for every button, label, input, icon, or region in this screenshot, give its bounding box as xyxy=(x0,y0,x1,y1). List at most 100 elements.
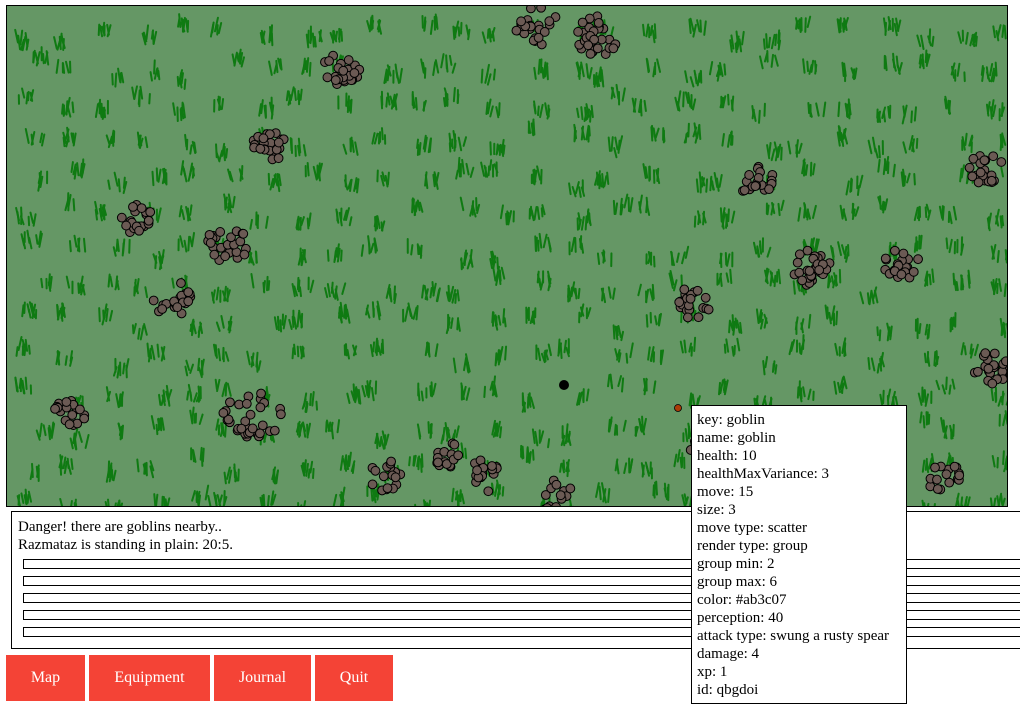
grass-tuft xyxy=(607,373,625,393)
grass-tuft xyxy=(536,270,552,292)
grass-tuft xyxy=(985,99,1006,122)
grass-tuft xyxy=(324,281,347,301)
grass-tuft xyxy=(424,341,439,358)
grass-tuft xyxy=(763,267,782,288)
grass-tuft xyxy=(62,126,77,148)
grass-tuft xyxy=(117,422,124,441)
grass-tuft xyxy=(105,386,124,409)
grass-tuft xyxy=(371,127,387,145)
grass-tuft xyxy=(94,200,108,222)
grass-tuft xyxy=(459,248,474,271)
grass-tuft xyxy=(184,133,197,155)
grass-tuft xyxy=(919,411,931,429)
grass-tuft xyxy=(642,23,657,44)
map-button[interactable]: Map xyxy=(6,655,85,701)
grass-tuft xyxy=(839,202,860,221)
grass-tuft xyxy=(718,378,729,396)
grass-tuft xyxy=(614,457,634,475)
tooltip-line: move type: scatter xyxy=(697,520,807,536)
quit-button[interactable]: Quit xyxy=(315,655,393,701)
grass-tuft xyxy=(796,380,815,403)
grass-tuft xyxy=(361,379,378,402)
grass-tuft xyxy=(645,311,662,328)
grass-tuft xyxy=(55,58,72,74)
grass-tuft xyxy=(107,273,120,291)
grass-tuft xyxy=(104,498,124,506)
grass-tuft xyxy=(596,249,613,268)
grass-tuft xyxy=(376,169,390,188)
tooltip-line: move: 15 xyxy=(697,484,754,500)
grass-tuft xyxy=(921,499,936,506)
grass-tuft xyxy=(424,171,440,190)
grass-tuft xyxy=(414,499,432,506)
tooltip-line: group min: 2 xyxy=(697,556,775,572)
goblin-marker[interactable] xyxy=(674,404,682,412)
grass-tuft xyxy=(766,141,783,162)
grass-tuft xyxy=(980,61,998,83)
grass-tuft xyxy=(342,136,359,156)
grass-tuft xyxy=(607,135,624,159)
grass-tuft xyxy=(273,313,287,333)
grass-tuft xyxy=(259,490,277,506)
grass-tuft xyxy=(901,104,917,125)
grass-tuft xyxy=(329,27,344,44)
grass-tuft xyxy=(259,24,274,47)
grass-tuft xyxy=(360,235,378,257)
grass-tuft xyxy=(35,421,56,441)
grass-tuft xyxy=(721,130,734,148)
grass-tuft xyxy=(459,196,481,218)
tooltip-line: group max: 6 xyxy=(697,574,777,590)
grass-tuft xyxy=(525,306,537,325)
entity-tooltip: key: goblin name: goblin health: 10 heal… xyxy=(691,405,907,704)
grass-tuft xyxy=(877,195,889,214)
grass-tuft xyxy=(719,207,736,230)
grass-tuft xyxy=(824,304,839,327)
grass-tuft xyxy=(250,273,271,294)
grass-tuft xyxy=(131,85,151,108)
grass-tuft xyxy=(248,250,258,266)
grass-tuft xyxy=(683,122,702,144)
grass-tuft xyxy=(55,349,74,367)
grass-tuft xyxy=(642,163,661,185)
journal-button[interactable]: Journal xyxy=(214,655,311,701)
grass-tuft xyxy=(480,63,496,86)
grass-tuft xyxy=(369,337,385,358)
grass-tuft xyxy=(214,378,232,398)
grass-tuft xyxy=(576,103,594,123)
grass-tuft xyxy=(709,171,723,192)
grass-tuft xyxy=(483,375,498,399)
grass-tuft xyxy=(246,350,262,373)
grass-tuft xyxy=(576,208,592,231)
grass-tuft xyxy=(945,236,965,256)
grass-tuft xyxy=(136,131,149,149)
goblin-group xyxy=(203,226,251,265)
grass-tuft xyxy=(460,382,471,401)
grass-tuft xyxy=(20,229,43,250)
grass-tuft xyxy=(638,194,651,216)
grass-tuft xyxy=(528,204,546,222)
grass-tuft xyxy=(445,284,460,304)
grass-tuft xyxy=(684,69,703,88)
grass-tuft xyxy=(834,337,847,357)
grass-tuft xyxy=(29,462,40,482)
grass-tuft xyxy=(332,486,346,506)
equipment-button[interactable]: Equipment xyxy=(89,655,210,701)
grass-tuft xyxy=(207,489,228,506)
tooltip-line: damage: 4 xyxy=(697,646,760,662)
grass-tuft xyxy=(112,357,130,379)
grass-tuft xyxy=(191,484,210,506)
grass-tuft xyxy=(916,28,935,51)
grass-tuft xyxy=(797,202,817,222)
grass-tuft xyxy=(442,86,460,108)
grass-tuft xyxy=(499,204,515,226)
tooltip-line: health: 10 xyxy=(697,448,757,464)
grass-tuft xyxy=(751,102,766,124)
grass-tuft xyxy=(521,392,535,413)
grass-tuft xyxy=(421,13,439,35)
goblin-group xyxy=(573,11,621,59)
grass-tuft xyxy=(105,129,116,149)
grass-tuft xyxy=(716,268,733,288)
grass-tuft xyxy=(151,167,168,187)
grass-tuft xyxy=(56,302,66,322)
grass-tuft xyxy=(787,139,803,158)
